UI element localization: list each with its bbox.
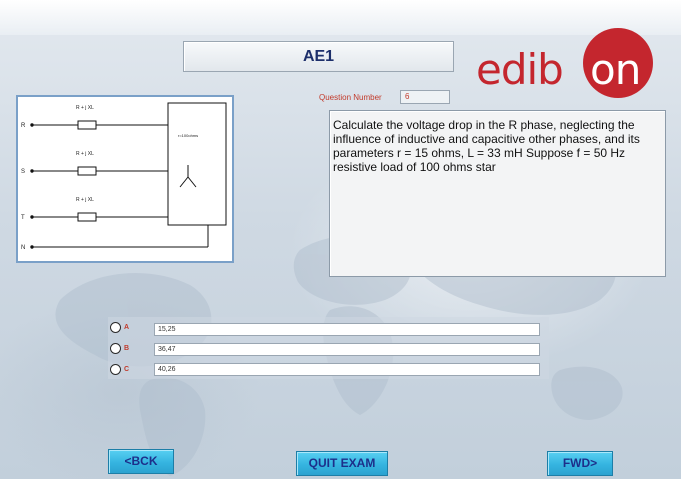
option-a-letter: A	[124, 324, 130, 331]
logo-lettering: edib on	[476, 45, 641, 94]
option-c-letter: C	[124, 366, 130, 373]
question-text: Calculate the voltage drop in the R phas…	[333, 118, 640, 174]
option-c-radio[interactable]	[110, 364, 121, 375]
option-a[interactable]: A	[110, 321, 129, 334]
option-b-radio[interactable]	[110, 343, 121, 354]
svg-text:edib: edib	[476, 45, 563, 94]
option-a-radio[interactable]	[110, 322, 121, 333]
impedance-label-s: R + j XL	[76, 151, 94, 157]
quit-exam-button[interactable]: QUIT EXAM	[296, 451, 388, 476]
option-b-letter: B	[124, 345, 130, 352]
phase-label-n: N	[21, 245, 25, 251]
back-button[interactable]: <BCK	[108, 449, 174, 474]
impedance-label-t: R + j XL	[76, 197, 94, 203]
question-number-label: Question Number	[319, 93, 382, 102]
phase-label-s: S	[21, 169, 25, 175]
option-c-answer: 40,26	[154, 363, 540, 376]
impedance-label-r: R + j XL	[76, 105, 94, 111]
question-text-box: Calculate the voltage drop in the R phas…	[329, 110, 666, 277]
phase-label-r: R	[21, 123, 26, 129]
option-b-answer: 36,47	[154, 343, 540, 356]
option-c[interactable]: C	[110, 363, 129, 376]
option-b[interactable]: B	[110, 342, 129, 355]
svg-text:on: on	[590, 45, 640, 94]
option-a-answer: 15,25	[154, 323, 540, 336]
load-label: r=100ohms	[178, 133, 198, 138]
question-number-value: 6	[400, 90, 450, 104]
phase-label-t: T	[21, 215, 25, 221]
circuit-diagram: R S T N R + j XL R + j XL R + j XL r=100…	[16, 95, 234, 263]
forward-button[interactable]: FWD>	[547, 451, 613, 476]
edibon-logo: edib on	[470, 28, 660, 98]
circuit-diagram-drawing: R S T N R + j XL R + j XL R + j XL r=100…	[21, 102, 227, 251]
page-title: AE1	[183, 41, 454, 72]
